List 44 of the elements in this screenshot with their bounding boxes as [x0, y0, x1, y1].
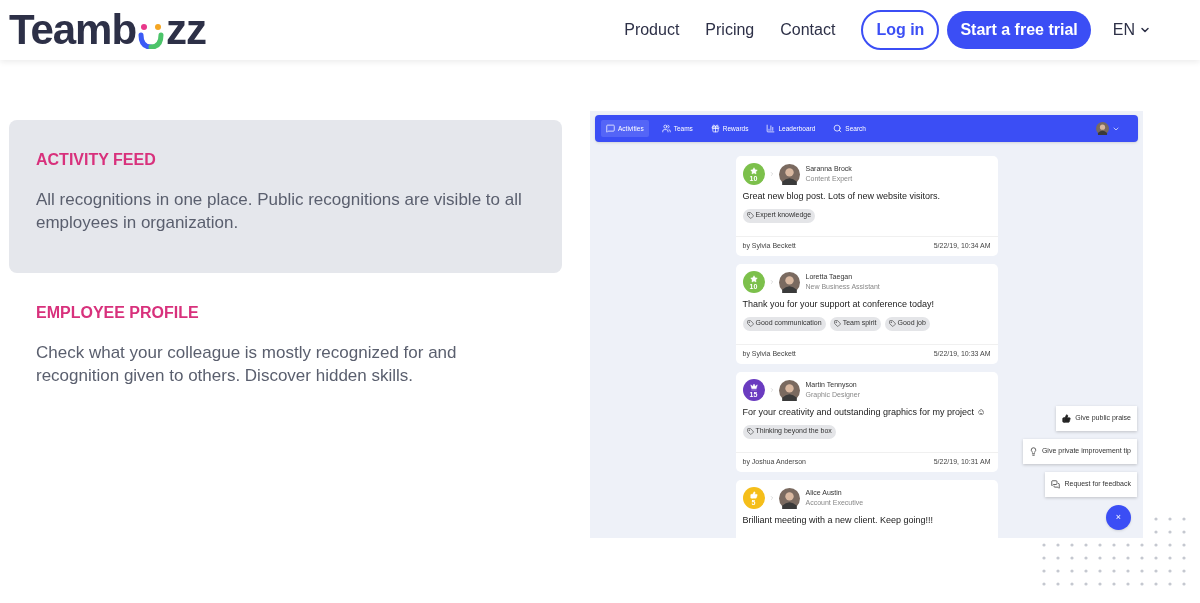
tag-icon [888, 320, 896, 327]
feature-title: EMPLOYEE PROFILE [36, 303, 200, 323]
nav-link[interactable]: Pricing [705, 18, 755, 42]
message-text: Thank you for your support at conference today! [742, 298, 936, 311]
thumbs-up-icon [749, 490, 758, 499]
chat-icon [1051, 480, 1061, 489]
feature-text: Check what your colleague is mostly recognized for and recognition given to others. Discover hidden skills. [36, 342, 458, 387]
avatar [1096, 122, 1109, 135]
logo-text: Teamb [9, 9, 136, 51]
login-button[interactable]: Log in [861, 10, 940, 50]
tag-icon [833, 320, 841, 327]
lightbulb-icon [1028, 447, 1038, 456]
search-icon [833, 124, 843, 133]
chevron-icon [768, 387, 775, 393]
language-button[interactable]: EN [1112, 18, 1151, 42]
feature-title: ACTIVITY FEED [36, 150, 157, 170]
tag-icon [746, 320, 754, 327]
star-icon [749, 166, 758, 175]
chevron-icon [768, 495, 775, 501]
chevron-icon [768, 279, 775, 285]
close-button[interactable]: × [1106, 505, 1131, 530]
feature-text: All recognitions in one place. Public recognitions are visible to all employees in organization. [36, 189, 523, 234]
avatar [778, 271, 800, 293]
message-text: For your creativity and outstanding graphics for my project ☺ [742, 406, 987, 419]
chevron-icon [768, 171, 775, 177]
nav-link[interactable]: Product [624, 18, 680, 42]
feature-card[interactable]: ACTIVITY FEED All recognitions in one place. Public recognitions are visible to all employees in organization. [9, 120, 562, 273]
message-text: Great new blog post. Lots of new website visitors. [742, 190, 942, 203]
star-icon [749, 274, 758, 283]
avatar [778, 163, 800, 185]
nav-link[interactable]: Contact [780, 18, 836, 42]
people-icon [661, 124, 671, 133]
crown-icon [749, 382, 758, 391]
thumbs-up-icon [1062, 414, 1072, 423]
avatar [778, 379, 800, 401]
chat-icon [606, 124, 615, 133]
avatar [778, 487, 800, 509]
tag-icon [746, 212, 754, 219]
message-text: Brilliant meeting with a new client. Keep going!!! [742, 514, 935, 527]
gift-icon [710, 124, 720, 133]
trial-button[interactable]: Start a free trial [947, 11, 1091, 49]
logo-text: zz [166, 9, 206, 51]
chart-icon [766, 124, 776, 133]
tag-icon [746, 428, 754, 435]
